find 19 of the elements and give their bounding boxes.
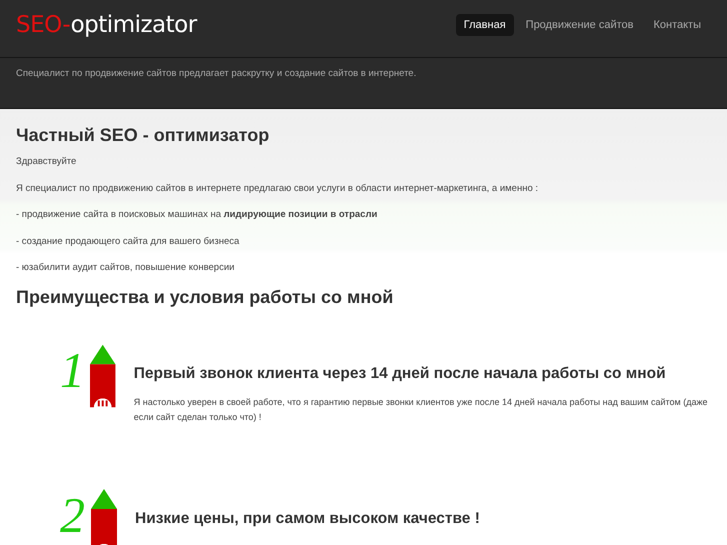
tower-icon: [91, 488, 117, 545]
paragraph: Здравствуйте: [16, 156, 78, 167]
nav-link[interactable]: Продвижение сайтов: [518, 14, 642, 36]
feature-title: Первый звонок клиента через 14 дней после начала работы со мной: [134, 364, 667, 382]
paragraph: - создание продающего сайта для вашего бизнеса: [16, 236, 240, 246]
nav-link[interactable]: Главная: [456, 14, 514, 36]
feature-title: Низкие цены, при самом высоком качестве !: [135, 510, 480, 528]
paragraph: Я специалист по продвижению сайтов в интернете предлагаю свои услуги в области интернет-маркетинга, а именно :: [16, 182, 540, 194]
tagline: Специалист по продвижение сайтов предлагает раскрутку и создание сайтов в интернете.: [15, 67, 418, 81]
feature-number: 1: [60, 350, 86, 390]
tower-icon: [90, 344, 116, 408]
nav-link[interactable]: Контакты: [645, 14, 709, 36]
feature-text: Я настолько уверен в своей работе, что я гарантию первые звонки клиентов уже после 14 дней начала работы над вашим сайтом (даже если сайт сделан только что) !: [134, 396, 708, 424]
site-logo[interactable]: SEO-optimizator: [16, 12, 197, 38]
section-title: Преимущества и условия работы со мной: [16, 286, 394, 308]
feature-number: 2: [60, 494, 86, 534]
page-title: Частный SEO - оптимизатор: [16, 125, 270, 146]
paragraph: - юзабилити аудит сайтов, повышение конверсии: [16, 262, 236, 273]
paragraph: - продвижение сайта в поисковых машинах на лидирующие позиции в отрасли: [16, 209, 378, 220]
